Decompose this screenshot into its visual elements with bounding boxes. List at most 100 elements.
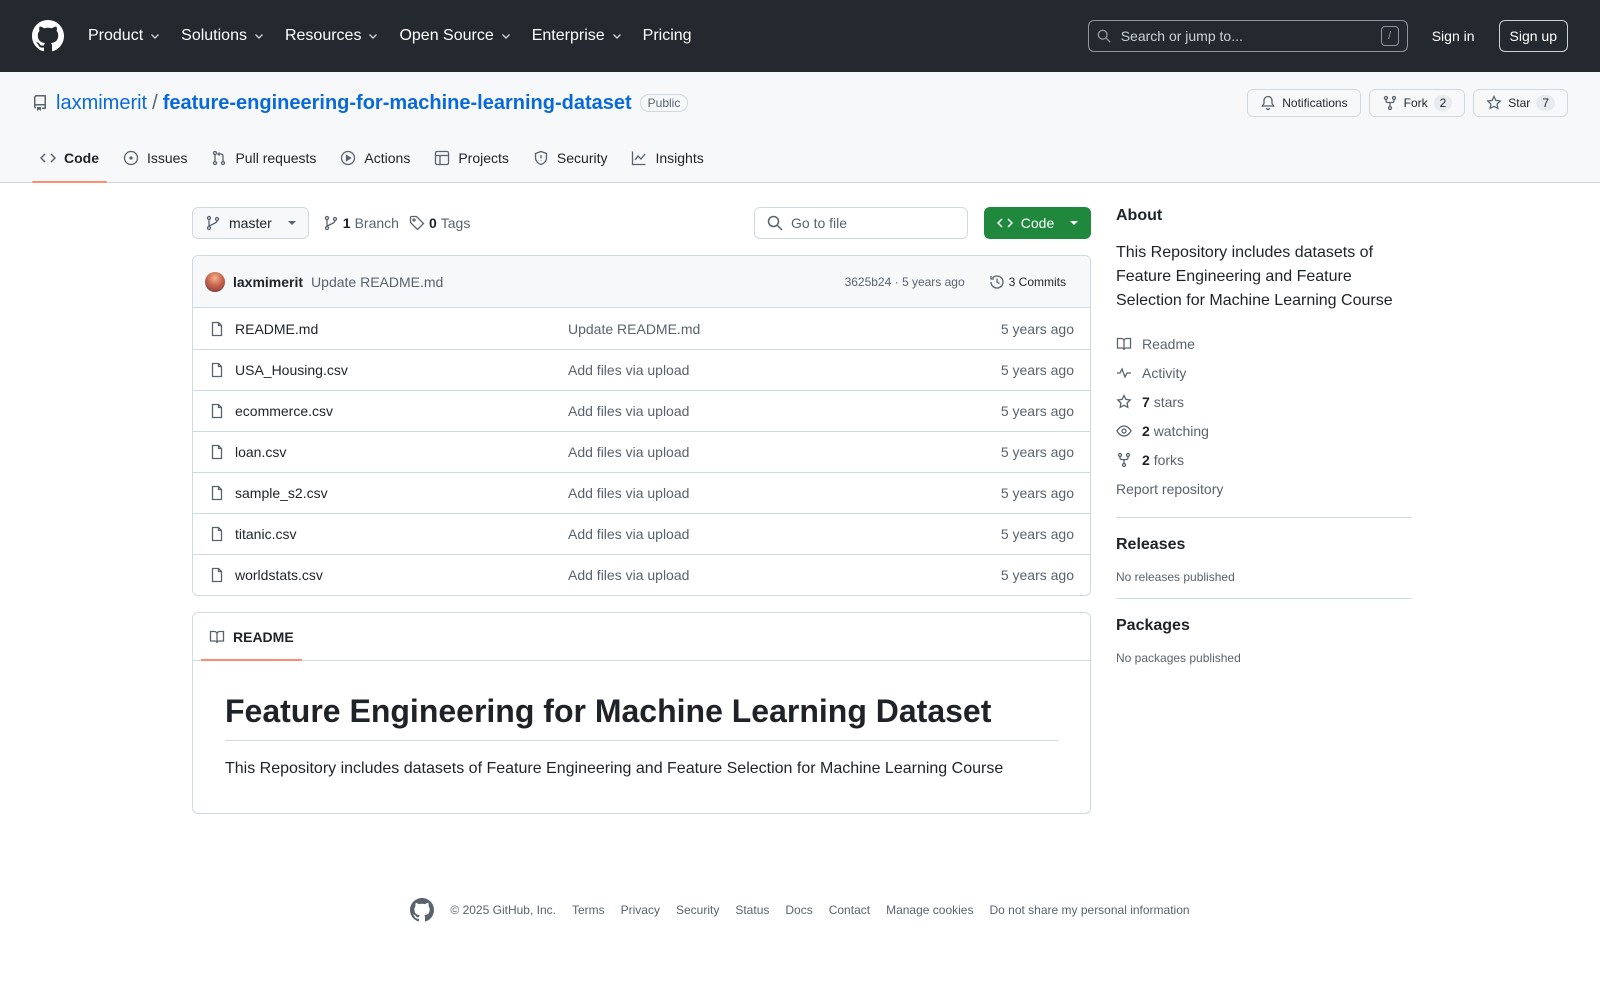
fork-label: Fork [1403,96,1428,110]
file-commit-message-link[interactable]: Add files via upload [568,444,689,460]
tab-code[interactable]: Code [32,134,107,183]
footer-link-privacy[interactable]: Privacy [621,903,660,917]
search-placeholder: Search or jump to... [1120,28,1243,44]
nav-solutions[interactable]: Solutions [181,27,265,45]
file-name-link[interactable]: titanic.csv [235,526,568,542]
releases-heading[interactable]: Releases [1116,536,1412,554]
table-row: ecommerce.csv Add files via upload 5 years… [193,390,1090,431]
file-name-link[interactable]: loan.csv [235,444,568,460]
file-commit-message-link[interactable]: Add files via upload [568,485,689,501]
branch-count: 1 [342,215,351,231]
footer-link-docs[interactable]: Docs [785,903,812,917]
file-commit-message-link[interactable]: Update README.md [568,321,700,337]
table-icon [435,150,450,166]
file-date: 5 years ago [1000,362,1074,378]
avatar[interactable] [205,271,225,292]
repo-owner-link[interactable]: laxmimerit [56,92,147,115]
commit-message-link[interactable]: Update README.md [311,274,443,290]
latest-commit: laxmimerit Update README.md 3625b24 · 5 … [193,256,1090,308]
report-repository-link[interactable]: Report repository [1116,474,1412,503]
fork-icon [1117,452,1131,467]
file-date: 5 years ago [1000,320,1074,337]
star-button[interactable]: Star 7 [1473,89,1568,117]
file-commit-message-link[interactable]: Add files via upload [568,526,689,542]
tab-security-label: Security [556,150,608,166]
github-logo-icon[interactable] [410,898,435,922]
nav-product[interactable]: Product [88,27,161,45]
readme-tab[interactable]: README [201,613,302,661]
caret-down-icon [1070,221,1079,225]
file-date: 5 years ago [1000,567,1074,583]
activity-link[interactable]: Activity [1116,358,1412,387]
watchers-link[interactable]: 2 watching [1116,416,1412,445]
nav-open-source[interactable]: Open Source [399,27,511,45]
readme-tab-label: README [233,628,294,645]
footer-link-status[interactable]: Status [735,903,769,917]
nav-pricing[interactable]: Pricing [643,27,692,45]
file-icon [211,444,223,460]
tags-link[interactable]: 0 Tags [409,215,470,231]
go-to-file-placeholder: Go to file [791,215,848,231]
shield-icon [534,150,548,166]
tab-security[interactable]: Security [525,134,616,182]
global-search-input[interactable]: Search or jump to... / [1087,20,1408,52]
footer-link-manage-cookies[interactable]: Manage cookies [886,903,973,917]
stars-link[interactable]: 7 stars [1116,387,1412,416]
file-name-link[interactable]: ecommerce.csv [235,403,568,419]
tab-projects[interactable]: Projects [426,134,517,182]
file-name-link[interactable]: sample_s2.csv [235,485,568,501]
readme-link[interactable]: Readme [1116,329,1412,358]
branch-icon [324,215,337,231]
fork-button[interactable]: Fork 2 [1368,89,1466,117]
star-icon [1116,393,1132,408]
tab-issues[interactable]: Issues [115,134,195,182]
footer-link-security[interactable]: Security [676,903,719,917]
github-logo-icon[interactable] [32,20,64,52]
sign-up-button[interactable]: Sign up [1498,20,1568,52]
book-icon [1116,337,1132,350]
chevron-down-icon [151,34,160,39]
tab-actions[interactable]: Actions [332,134,418,182]
readme-content: Feature Engineering for Machine Learning… [193,661,1090,813]
fork-icon [1383,95,1396,111]
footer-copyright: © 2025 GitHub, Inc. [450,903,556,917]
code-dropdown-button[interactable]: Code [984,207,1091,239]
file-name-link[interactable]: README.md [235,321,568,337]
history-icon [990,274,1004,289]
nav-pricing-label: Pricing [642,27,692,44]
global-header: Product Solutions Resources Open Source … [0,0,1600,72]
file-name-link[interactable]: worldstats.csv [235,567,568,583]
file-browser: laxmimerit Update README.md 3625b24 · 5 … [192,255,1091,596]
file-commit-message-link[interactable]: Add files via upload [568,362,689,378]
footer-link-contact[interactable]: Contact [829,903,870,917]
nav-resources[interactable]: Resources [285,27,379,45]
tab-actions-label: Actions [364,150,411,166]
tab-pull-requests[interactable]: Pull requests [203,134,324,182]
repo-name-link[interactable]: feature-engineering-for-machine-learning… [163,92,632,115]
star-icon [1486,95,1502,110]
file-commit-message-link[interactable]: Add files via upload [568,403,689,419]
readme-link-label: Readme [1142,335,1195,352]
footer-link-terms[interactable]: Terms [572,903,605,917]
branches-link[interactable]: 1 Branch [323,215,399,231]
footer-link-do-not-share[interactable]: Do not share my personal information [989,903,1189,917]
file-date: 5 years ago [1000,526,1074,542]
tag-icon [409,215,425,231]
notifications-label: Notifications [1282,96,1348,110]
file-commit-message-link[interactable]: Add files via upload [568,567,689,583]
tag-count: 0 [428,215,437,231]
commit-author-link[interactable]: laxmimerit [233,274,303,290]
sign-in-link[interactable]: Sign in [1432,28,1475,44]
file-navigation: master 1 Branch 0 Tags Go to file Code [192,207,1091,239]
nav-enterprise[interactable]: Enterprise [532,27,623,45]
packages-heading[interactable]: Packages [1116,617,1412,635]
file-name-link[interactable]: USA_Housing.csv [235,362,568,378]
forks-link[interactable]: 2 forks [1116,445,1412,474]
go-to-file-input[interactable]: Go to file [754,207,968,239]
notifications-button[interactable]: Notifications [1247,89,1361,117]
repo-sidebar: About This Repository includes datasets … [1116,207,1412,665]
branch-select[interactable]: master [192,207,309,239]
tab-insights[interactable]: Insights [623,134,711,182]
tab-pull-requests-label: Pull requests [235,150,317,166]
commits-history-link[interactable]: 3 Commits [981,274,1074,290]
